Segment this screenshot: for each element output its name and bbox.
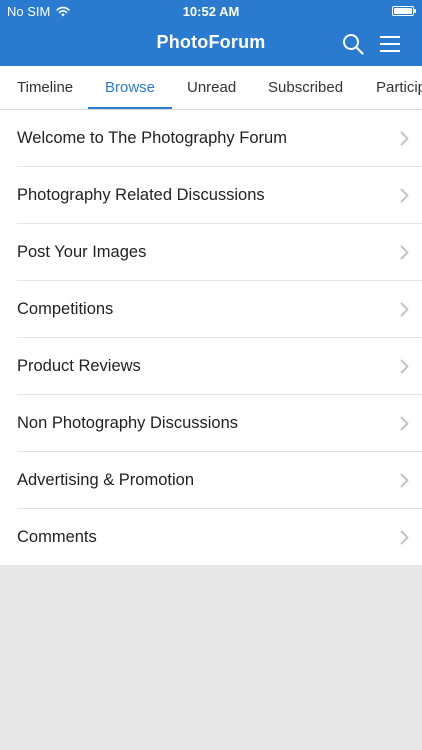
- forum-row-welcome[interactable]: Welcome to The Photography Forum: [0, 110, 422, 167]
- chevron-right-icon: [400, 416, 409, 431]
- forum-row-label: Post Your Images: [17, 243, 147, 261]
- forum-row-comments[interactable]: Comments: [0, 509, 422, 566]
- tab-browse[interactable]: Browse: [88, 66, 173, 109]
- forum-row-label: Welcome to The Photography Forum: [17, 129, 287, 147]
- forum-list: Welcome to The Photography Forum Photogr…: [0, 110, 422, 566]
- chevron-right-icon: [400, 131, 409, 146]
- forum-row-post-images[interactable]: Post Your Images: [0, 224, 422, 281]
- forum-row-label: Competitions: [17, 300, 114, 318]
- tab-unread[interactable]: Unread: [170, 66, 253, 109]
- chevron-right-icon: [400, 530, 409, 545]
- forum-row-product-reviews[interactable]: Product Reviews: [0, 338, 422, 395]
- forum-row-label: Non Photography Discussions: [17, 414, 239, 432]
- chevron-right-icon: [400, 188, 409, 203]
- tab-timeline[interactable]: Timeline: [0, 66, 90, 109]
- app-header: No SIM 10:52 AM PhotoForum: [0, 0, 422, 66]
- chevron-right-icon: [400, 359, 409, 374]
- status-bar: No SIM 10:52 AM: [0, 0, 422, 22]
- search-icon[interactable]: [341, 33, 365, 55]
- tab-bar: Timeline Browse Unread Subscribed Partic…: [0, 66, 422, 110]
- forum-row-advertising[interactable]: Advertising & Promotion: [0, 452, 422, 509]
- forum-row-non-photography[interactable]: Non Photography Discussions: [0, 395, 422, 452]
- forum-row-label: Photography Related Discussions: [17, 186, 265, 204]
- menu-icon[interactable]: [378, 33, 402, 55]
- tab-participated[interactable]: Participated: [359, 66, 422, 109]
- forum-row-photography-discussions[interactable]: Photography Related Discussions: [0, 167, 422, 224]
- chevron-right-icon: [400, 245, 409, 260]
- tab-subscribed[interactable]: Subscribed: [251, 66, 360, 109]
- forum-row-competitions[interactable]: Competitions: [0, 281, 422, 338]
- forum-row-label: Advertising & Promotion: [17, 471, 194, 489]
- forum-row-label: Product Reviews: [17, 357, 141, 375]
- chevron-right-icon: [400, 302, 409, 317]
- forum-row-label: Comments: [17, 528, 97, 546]
- status-time: 10:52 AM: [182, 4, 240, 19]
- chevron-right-icon: [400, 473, 409, 488]
- battery-icon: [392, 6, 416, 16]
